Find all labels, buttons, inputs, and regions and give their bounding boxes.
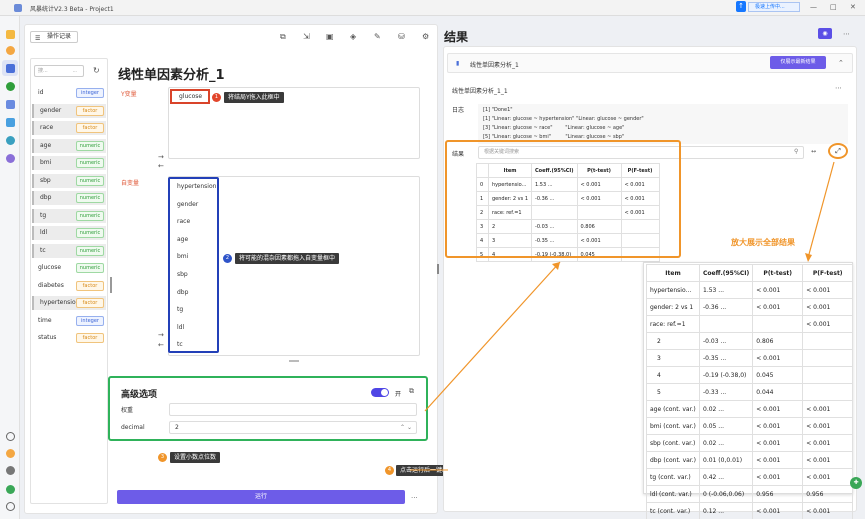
expanded-table-row[interactable]: tc (cont. var.) 0.12 ... < 0.001 < 0.001 [645, 502, 854, 519]
expanded-table-row[interactable]: 2 -0.03 ... 0.806 [645, 332, 854, 350]
expanded-column-header: P(t-test) [752, 264, 804, 282]
expanded-table-cell: < 0.001 [752, 451, 804, 469]
expanded-column-header: P(F-test) [802, 264, 854, 282]
expanded-table-cell [752, 315, 804, 333]
expanded-table-row[interactable]: age (cont. var.) 0.02 ... < 0.001 < 0.001 [645, 400, 854, 418]
expanded-table-cell: -0.36 ... [699, 298, 754, 316]
expanded-table-cell: < 0.001 [802, 434, 854, 452]
expanded-table-cell: 4 [645, 366, 701, 384]
expanded-table-cell: < 0.001 [802, 417, 854, 435]
arrow-head-expanded [805, 253, 812, 262]
expanded-table-row[interactable]: bmi (cont. var.) 0.05 ... < 0.001 < 0.001 [645, 417, 854, 435]
expanded-table-cell: 0.02 ... [699, 400, 754, 418]
expanded-table-cell: race: ref.=1 [645, 315, 701, 333]
arrow-to-results [424, 261, 561, 412]
expanded-table-cell: tg (cont. var.) [645, 468, 701, 486]
expanded-table-cell: < 0.001 [752, 349, 804, 367]
expanded-table-cell: -0.03 ... [699, 332, 754, 350]
expanded-table-cell: 0.12 ... [699, 502, 754, 519]
expanded-table-cell: < 0.001 [752, 281, 804, 299]
expanded-table-row[interactable]: 5 -0.33 ... 0.044 [645, 383, 854, 401]
expanded-table-cell: < 0.001 [752, 298, 804, 316]
expanded-table-cell: 1.53 ... [699, 281, 754, 299]
expanded-table-cell: bmi (cont. var.) [645, 417, 701, 435]
expanded-results-table: Item Coeff.(95%CI) P(t-test) P(F-test) hyper… [645, 264, 854, 519]
expanded-table-cell: 0.01 (0,0.01) [699, 451, 754, 469]
expanded-table-cell: tc (cont. var.) [645, 502, 701, 519]
expanded-table-cell: ldl (cont. var.) [645, 485, 701, 503]
expanded-column-header: Item [645, 264, 701, 282]
expanded-table-cell: -0.19 (-0.38,0) [699, 366, 754, 384]
expanded-table-row[interactable]: ldl (cont. var.) 0 (-0.06,0.06) 0.956 0.956 [645, 485, 854, 503]
expanded-table-row[interactable]: gender: 2 vs 1 -0.36 ... < 0.001 < 0.001 [645, 298, 854, 316]
expanded-table-cell: -0.35 ... [699, 349, 754, 367]
expanded-table-cell: < 0.001 [802, 400, 854, 418]
expanded-table-cell: 0.02 ... [699, 434, 754, 452]
expanded-table-cell [802, 349, 854, 367]
expanded-table-row[interactable]: tg (cont. var.) 0.42 ... < 0.001 < 0.001 [645, 468, 854, 486]
expanded-table-cell: < 0.001 [802, 468, 854, 486]
expanded-table-cell: hypertensio... [645, 281, 701, 299]
expanded-table-cell: age (cont. var.) [645, 400, 701, 418]
expanded-table-cell [802, 332, 854, 350]
expanded-table-cell [802, 383, 854, 401]
expanded-table-cell: 0.42 ... [699, 468, 754, 486]
expanded-table-cell: < 0.001 [752, 468, 804, 486]
expanded-table-cell: < 0.001 [802, 298, 854, 316]
expanded-table-cell: 0.956 [752, 485, 804, 503]
expanded-table-cell: 0.05 ... [699, 417, 754, 435]
chat-fab-icon[interactable]: ✚ [850, 477, 862, 489]
expanded-table-cell: < 0.001 [752, 502, 804, 519]
expanded-table-cell: < 0.001 [752, 434, 804, 452]
expanded-table-cell: < 0.001 [802, 502, 854, 519]
expanded-table-cell: 0 (-0.06,0.06) [699, 485, 754, 503]
expanded-table-cell: dbp (cont. var.) [645, 451, 701, 469]
expanded-table-cell [802, 366, 854, 384]
arrow-to-expanded [807, 161, 835, 259]
expanded-table-cell: 0.044 [752, 383, 804, 401]
expanded-table-cell: 0.956 [802, 485, 854, 503]
expanded-table-row[interactable]: sbp (cont. var.) 0.02 ... < 0.001 < 0.001 [645, 434, 854, 452]
expanded-table-cell: 5 [645, 383, 701, 401]
expanded-table-cell: gender: 2 vs 1 [645, 298, 701, 316]
expanded-table-cell: 2 [645, 332, 701, 350]
expanded-table-cell: < 0.001 [802, 281, 854, 299]
expanded-table-row[interactable]: dbp (cont. var.) 0.01 (0,0.01) < 0.001 < 0.… [645, 451, 854, 469]
expanded-table-cell: < 0.001 [752, 417, 804, 435]
expanded-table-row[interactable]: hypertensio... 1.53 ... < 0.001 < 0.001 [645, 281, 854, 299]
expanded-table-cell: sbp (cont. var.) [645, 434, 701, 452]
expanded-table-cell: -0.33 ... [699, 383, 754, 401]
expanded-table-cell: 0.045 [752, 366, 804, 384]
expanded-table-row[interactable]: race: ref.=1 < 0.001 [645, 315, 854, 333]
expanded-table-cell: 0.806 [752, 332, 804, 350]
expanded-table-row[interactable]: 4 -0.19 (-0.38,0) 0.045 [645, 366, 854, 384]
expanded-table-cell [699, 315, 754, 333]
expanded-table-cell: < 0.001 [802, 315, 854, 333]
expanded-header-row: Item Coeff.(95%CI) P(t-test) P(F-test) [645, 264, 854, 282]
expanded-table-row[interactable]: 3 -0.35 ... < 0.001 [645, 349, 854, 367]
expanded-column-header: Coeff.(95%CI) [699, 264, 754, 282]
expanded-table-cell: < 0.001 [752, 400, 804, 418]
expanded-table-cell: 3 [645, 349, 701, 367]
expanded-table-cell: < 0.001 [802, 451, 854, 469]
